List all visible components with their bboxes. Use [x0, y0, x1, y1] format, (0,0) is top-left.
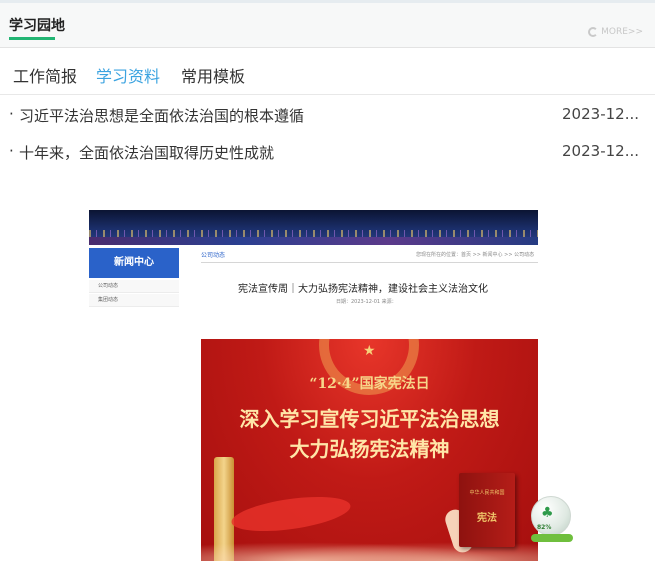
star-icon: ★	[363, 343, 376, 359]
section-label: 公司动态	[201, 252, 226, 259]
city-night-banner	[89, 210, 538, 245]
tab-study-materials[interactable]: 学习资料	[96, 63, 160, 87]
side-nav-heading: 新闻中心	[89, 248, 179, 278]
floating-widget[interactable]: ♣ 82%	[523, 494, 577, 546]
news-item[interactable]: · 十年来，全面依法治国取得历史性成就 2023-12...	[0, 142, 655, 179]
panel-title: 学习园地	[9, 18, 65, 34]
news-date: 2023-12...	[562, 105, 639, 123]
constitution-book-icon: 中华人民共和国 宪法	[459, 473, 515, 547]
poster-heading: 深入学习宣传习近平法治思想	[239, 407, 500, 431]
tab-work-briefing[interactable]: 工作简报	[13, 63, 77, 87]
book-title: 宪法	[477, 513, 497, 524]
news-item[interactable]: · 习近平法治思想是全面依法治国的根本遵循 2023-12...	[0, 105, 655, 142]
poster-heading: 大力弘扬宪法精神	[289, 437, 450, 461]
side-nav-item: 公司动态	[89, 280, 179, 293]
more-label: MORE>>	[601, 27, 643, 37]
news-title[interactable]: 习近平法治思想是全面依法治国的根本遵循	[19, 105, 304, 126]
widget-percent: 82%	[537, 524, 552, 531]
constitution-day-poster: ★ “12·4”国家宪法日 深入学习宣传习近平法治思想 大力弘扬宪法精神 中华人…	[201, 339, 538, 561]
panel-header: 学习园地 MORE>>	[0, 0, 655, 48]
widget-bar	[531, 534, 573, 542]
embedded-page-screenshot: 新闻中心 公司动态 集团动态 公司动态 您现在所在的位置：首页 >> 新闻中心 …	[89, 210, 539, 310]
tab-bar: 工作简报 学习资料 常用模板	[0, 48, 655, 95]
refresh-icon	[588, 27, 599, 37]
poster-subheading: “12·4”国家宪法日	[309, 376, 430, 392]
bullet: ·	[9, 105, 14, 123]
panel-title-underline	[9, 37, 55, 40]
more-link[interactable]: MORE>>	[588, 27, 643, 37]
tab-common-templates[interactable]: 常用模板	[181, 63, 245, 87]
news-date: 2023-12...	[562, 142, 639, 160]
article-meta: 日期：2023-12-01 来源：	[336, 299, 397, 305]
bullet: ·	[9, 142, 14, 160]
banner-water	[89, 237, 538, 245]
tree-icon: ♣	[541, 505, 554, 521]
article-title: 宪法宣传周｜大力弘扬宪法精神，建设社会主义法治文化	[238, 284, 488, 295]
divider	[201, 262, 538, 263]
red-ribbon	[229, 490, 353, 538]
news-title[interactable]: 十年来，全面依法治国取得历史性成就	[19, 142, 274, 163]
book-subtitle: 中华人民共和国	[469, 490, 505, 496]
breadcrumb: 您现在所在的位置：首页 >> 新闻中心 >> 公司动态	[416, 252, 535, 258]
side-nav-item: 集团动态	[89, 294, 179, 307]
